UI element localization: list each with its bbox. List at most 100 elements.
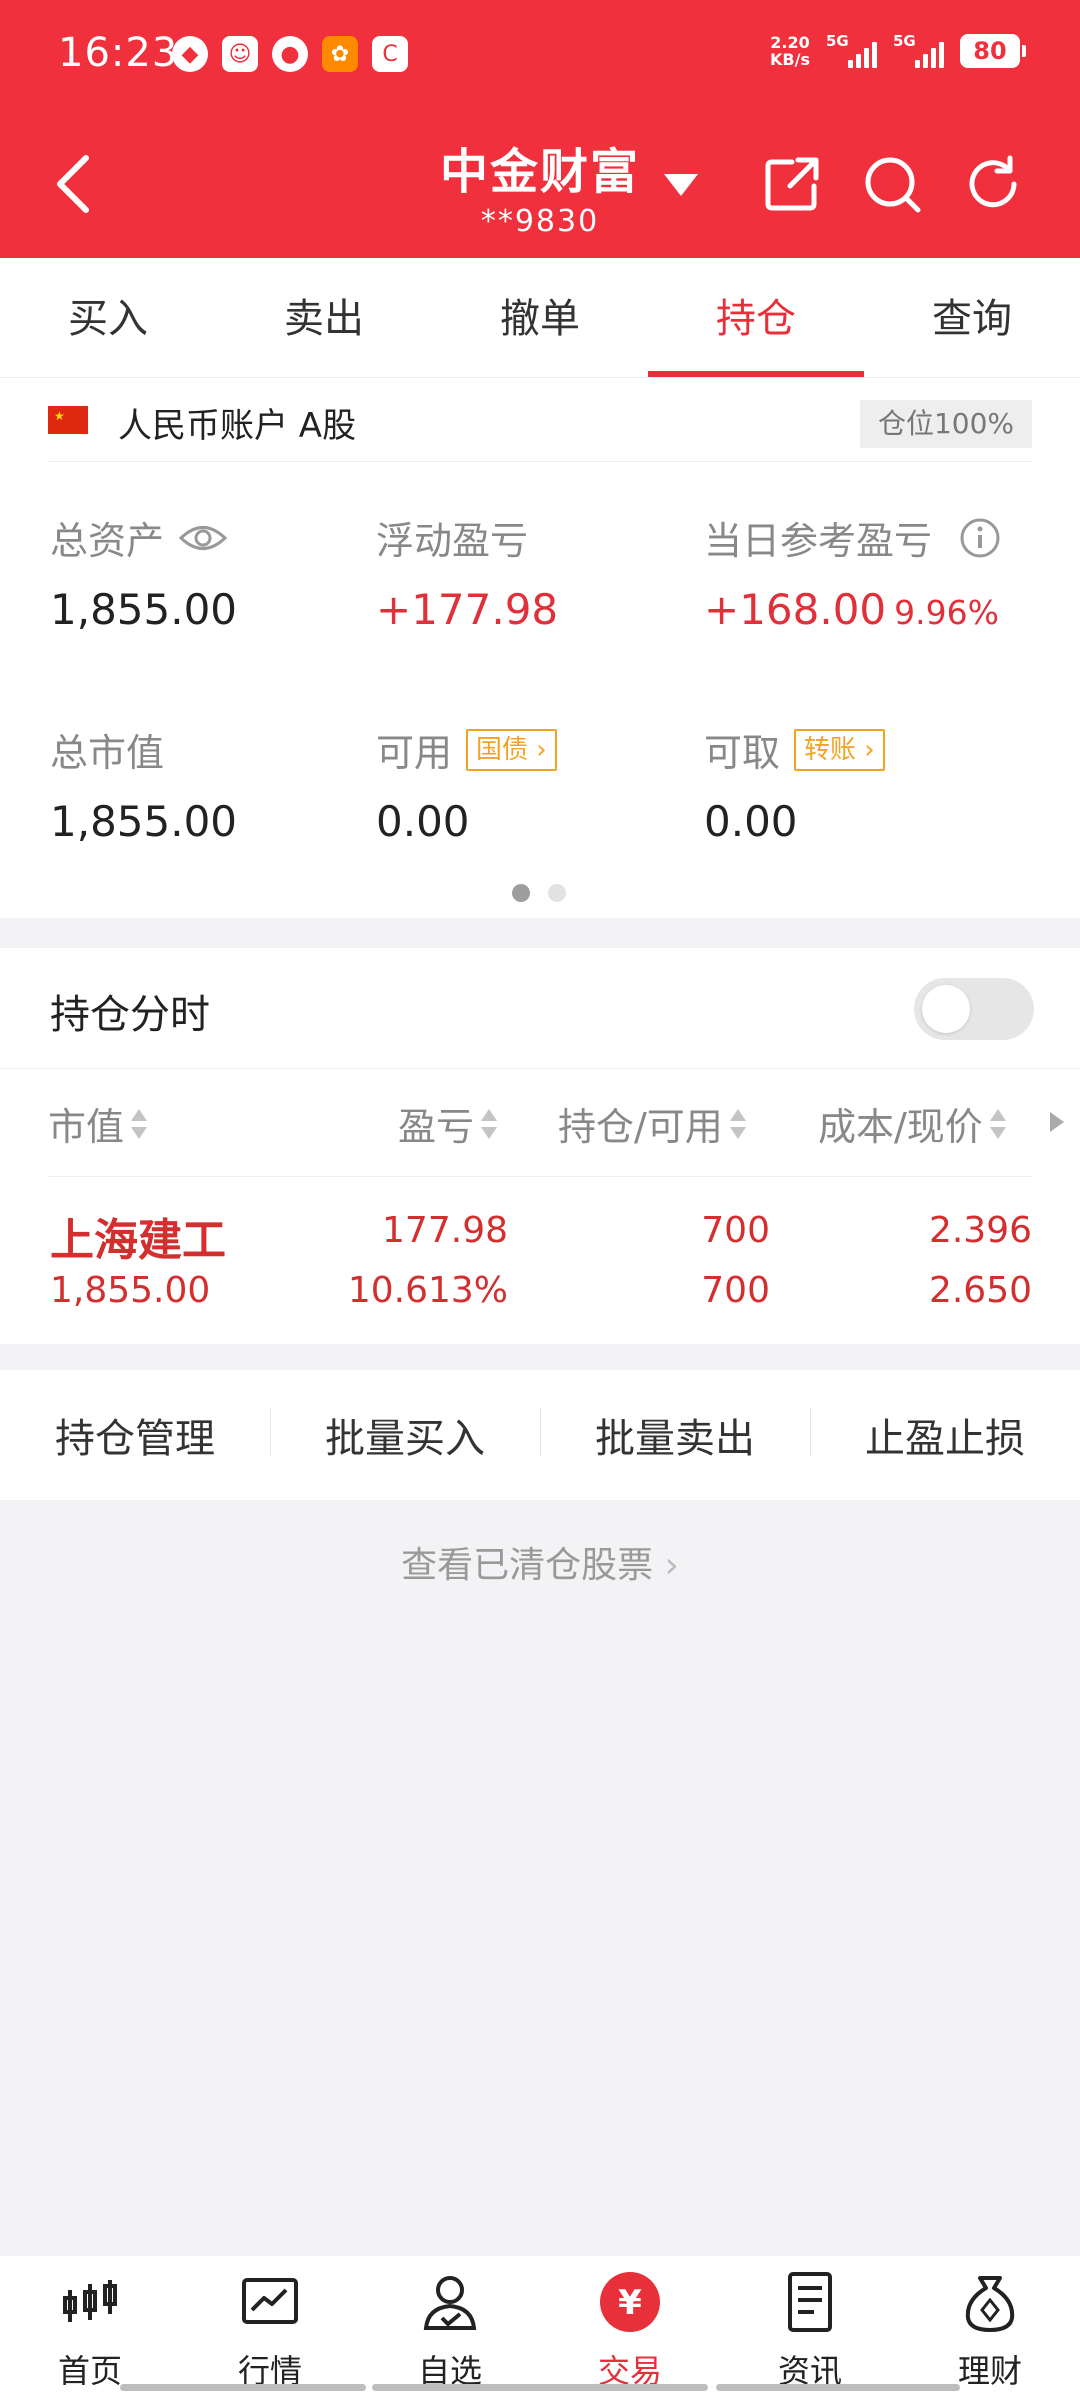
available-label: 可用 [376,731,453,775]
withdrawable-value: 0.00 [704,797,798,846]
news-icon [788,2272,832,2332]
page-indicator [512,884,566,902]
chevron-down-icon[interactable] [664,174,698,196]
holdings-actions: 持仓管理 批量买入 批量卖出 止盈止损 [0,1370,1080,1500]
signal-label-2: 5G [893,32,916,50]
floating-pl-label: 浮动盈亏 [376,519,529,563]
holdings-manage-button[interactable]: 持仓管理 [0,1406,270,1464]
china-flag-icon: ★ [48,406,88,434]
floating-pl: 浮动盈亏 +177.98 [376,510,558,634]
col-pl[interactable]: 盈亏 [398,1096,498,1151]
floating-pl-value: +177.98 [376,585,559,634]
taobao-icon: ✿ [322,36,358,72]
account-name: 人民币账户 A股 [118,406,357,446]
available-funds: 可用 国债 › 0.00 [376,722,557,846]
nav-trade[interactable]: ¥ 交易 [540,2256,720,2400]
battery-icon: 80 [960,34,1026,68]
treasury-bond-label: 国债 [476,734,529,765]
sort-icon [729,1107,747,1141]
app-header: 16:23 ◆ ☺ ● ✿ C 2.20 KB/s 5G 5G 80 中金财富 … [0,0,1080,258]
view-cleared-stocks-link[interactable]: 查看已清仓股票 › [0,1536,1080,1588]
col-position-label: 持仓/可用 [558,1105,723,1149]
nav-news[interactable]: 资讯 [720,2256,900,2400]
stock-name: 上海建工 [50,1215,226,1266]
withdrawable-label: 可取 [704,731,781,775]
search-icon[interactable] [862,154,922,214]
batch-sell-button[interactable]: 批量卖出 [540,1406,810,1464]
daily-pl-value: +168.00 [704,585,887,634]
refresh-icon[interactable] [964,154,1024,214]
sort-icon [480,1107,498,1141]
tab-sell[interactable]: 卖出 [216,258,432,377]
user-check-icon [423,2276,477,2330]
stock-market-value: 1,855.00 [50,1270,211,1311]
holdings-section: 持仓分时 市值 盈亏 持仓/可用 成本/现价 上海建工 1,855.00 177… [0,948,1080,1344]
total-assets-label: 总资产 [50,519,165,563]
daily-pl-percent: 9.96% [894,593,999,632]
stock-pl: 177.98 [382,1210,508,1251]
bottom-navigation: 首页 行情 自选 ¥ 交易 资讯 理财 [0,2256,1080,2400]
nav-watchlist[interactable]: 自选 [360,2256,540,2400]
available-value: 0.00 [376,797,470,846]
notification-icons: ◆ ☺ ● ✿ C [172,36,408,72]
treasury-bond-button[interactable]: 国债 › [466,728,557,771]
col-pl-label: 盈亏 [398,1105,475,1149]
daily-pl: 当日参考盈亏 +168.00 9.96% [704,510,1002,634]
market-value-value: 1,855.00 [50,797,238,846]
holdings-title: 持仓分时 [50,992,210,1038]
account-row[interactable]: ★ 人民币账户 A股 仓位100% [48,400,1032,462]
tab-holdings[interactable]: 持仓 [648,258,864,377]
trade-tabs: 买入 卖出 撤单 持仓 查询 [0,258,1080,378]
tab-buy[interactable]: 买入 [0,258,216,377]
nav-market[interactable]: 行情 [180,2256,360,2400]
col-market-value-label: 市值 [48,1105,125,1149]
account-summary-card: ★ 人民币账户 A股 仓位100% 总资产 1,855.00 浮动盈亏 +177… [0,378,1080,918]
nav-wealth[interactable]: 理财 [900,2256,1080,2400]
yuan-icon: ¥ [600,2272,660,2332]
withdrawable-funds: 可取 转账 › 0.00 [704,722,885,846]
net-speed-unit: KB/s [770,50,810,69]
total-assets-value: 1,855.00 [50,585,238,634]
nav-home[interactable]: 首页 [0,2256,180,2400]
app-notification-icon: ◆ [172,36,208,72]
stock-available: 700 [701,1270,770,1311]
money-bag-icon [965,2276,1015,2332]
signal-label: 5G [826,32,849,50]
total-assets: 总资产 1,855.00 [50,510,237,634]
net-speed: 2.20 KB/s [770,34,810,68]
position-ratio-badge: 仓位100% [859,400,1032,448]
market-value-label: 总市值 [50,731,165,775]
batch-buy-button[interactable]: 批量买入 [270,1406,540,1464]
tab-query[interactable]: 查询 [864,258,1080,377]
take-profit-stop-loss-button[interactable]: 止盈止损 [810,1406,1080,1464]
net-speed-value: 2.20 [770,33,810,52]
share-icon[interactable] [762,154,822,214]
eye-icon[interactable] [178,521,228,555]
col-cost-price-label: 成本/现价 [818,1105,983,1149]
chevron-right-icon: › [664,1545,679,1586]
daily-pl-label: 当日参考盈亏 [704,519,933,563]
status-time: 16:23 [58,30,179,76]
stock-cost: 2.396 [928,1210,1032,1251]
stock-pl-percent: 10.613% [347,1270,508,1311]
tab-cancel-order[interactable]: 撤单 [432,258,648,377]
more-columns-icon[interactable] [1050,1112,1064,1132]
signal-icon: 5G [826,32,877,68]
info-icon[interactable] [958,516,1002,560]
col-cost-price[interactable]: 成本/现价 [818,1096,1007,1151]
market-value: 总市值 1,855.00 [50,722,237,846]
view-cleared-stocks-label: 查看已清仓股票 [401,1545,654,1586]
col-market-value[interactable]: 市值 [48,1096,148,1151]
stock-position: 700 [701,1210,770,1251]
stock-price: 2.650 [928,1270,1032,1311]
chart-icon [242,2278,298,2324]
sort-icon [130,1107,148,1141]
svg-text:¥: ¥ [618,2283,642,2323]
signal-icon-2: 5G [893,32,944,68]
col-position[interactable]: 持仓/可用 [558,1096,747,1151]
transfer-button[interactable]: 转账 › [794,728,885,771]
gesture-bar [0,2384,1080,2392]
wechat-icon: ● [272,36,308,72]
page-dot-1 [512,884,530,902]
holdings-timeshare-toggle[interactable] [914,978,1034,1040]
